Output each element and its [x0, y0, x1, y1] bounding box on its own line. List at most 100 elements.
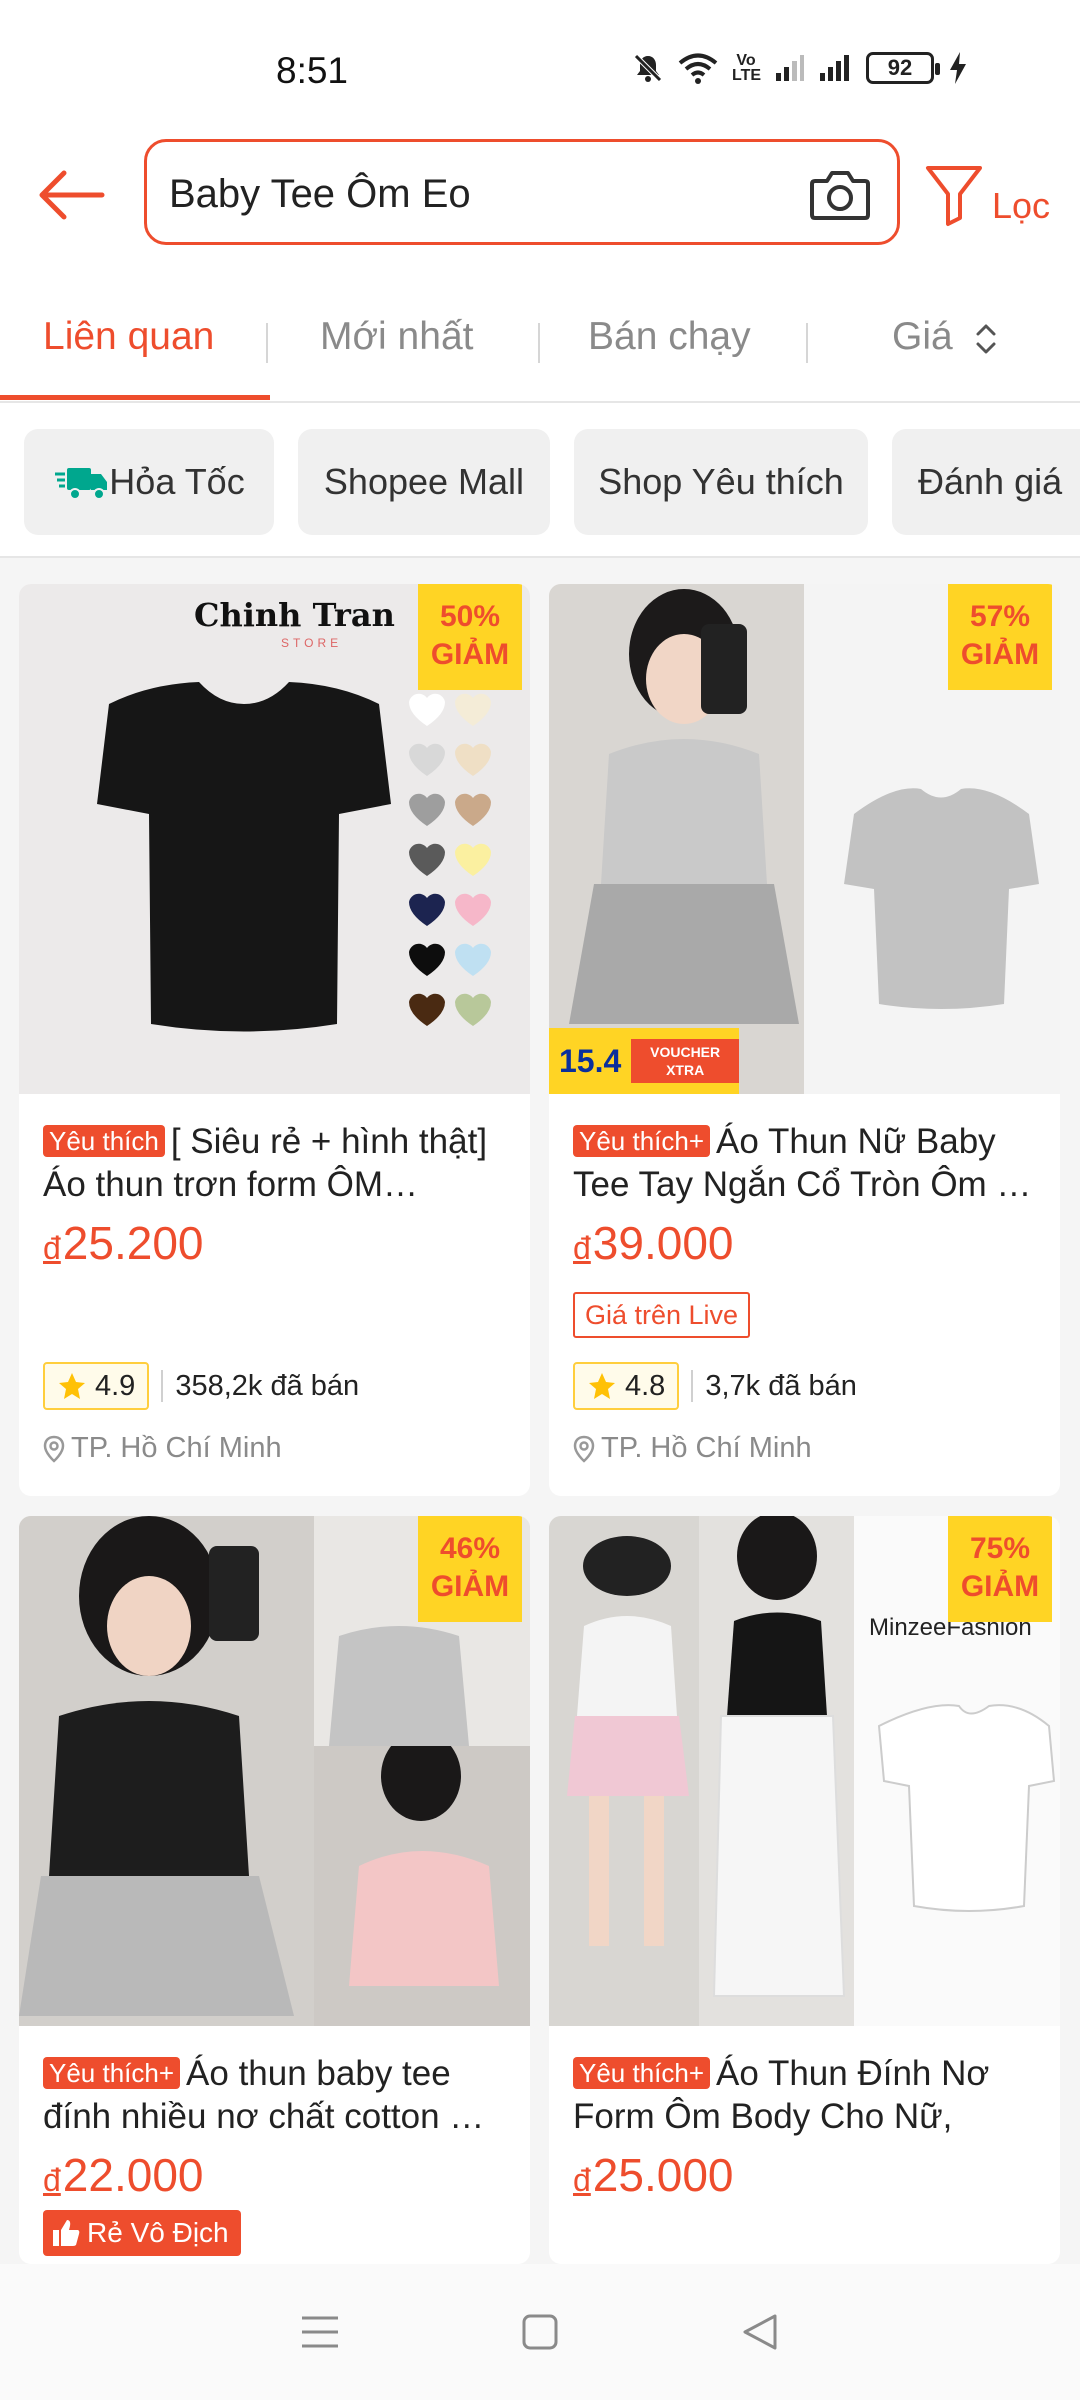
sort-divider: [538, 323, 540, 363]
charging-icon: [950, 52, 966, 84]
discount-word: GIẢM: [430, 638, 510, 671]
rating-badge: 4.8: [573, 1362, 680, 1410]
sort-divider: [806, 323, 808, 363]
sold-count: 3,7k đã bán: [705, 1369, 857, 1402]
price-value: 25.200: [62, 1217, 204, 1269]
currency-symbol: đ: [43, 2162, 61, 2198]
currency-symbol: đ: [573, 1230, 591, 1266]
camera-search-button[interactable]: [807, 162, 873, 228]
product-price: đ22.000: [43, 2148, 204, 2202]
product-card[interactable]: 57% GIẢM 15.4 VOUCHER XTRA Yêu thích+ Áo …: [549, 584, 1060, 1496]
product-title: Yêu thích+ Áo thun baby tee đính nhiều nơ…: [43, 2052, 509, 2138]
status-time: 8:51: [276, 50, 349, 91]
home-square-icon: [522, 2314, 558, 2350]
back-button[interactable]: [32, 155, 112, 235]
discount-percent: 50%: [439, 600, 501, 633]
battery-indicator: 92: [866, 52, 940, 84]
discount-badge: 50% GIẢM: [418, 584, 522, 690]
star-icon: [59, 1373, 85, 1399]
divider: [691, 1370, 694, 1402]
filter-label: Lọc: [992, 185, 1051, 226]
status-icons: Vo LTE 92: [632, 52, 968, 84]
location-text: TP. Hồ Chí Minh: [601, 1432, 812, 1464]
search-input[interactable]: Baby Tee Ôm Eo: [144, 139, 900, 245]
location-row: TP. Hồ Chí Minh: [573, 1432, 812, 1465]
product-card[interactable]: 46% GIẢM Yêu thích+ Áo thun baby tee đính…: [19, 1516, 530, 2264]
recent-apps-button[interactable]: [280, 2292, 360, 2372]
arrow-left-icon: [39, 170, 105, 220]
product-card[interactable]: Chinh Tran STORE 50% GIẢM Yêu thích[ Siê…: [19, 584, 530, 1496]
voucher-number: 15.4: [559, 1042, 622, 1079]
price-value: 25.000: [592, 2149, 734, 2201]
rating-row: 4.9 358,2k đã bán: [43, 1362, 359, 1410]
chip-express[interactable]: Hỏa Tốc: [24, 429, 274, 535]
tab-relevance[interactable]: Liên quan: [43, 315, 214, 359]
product-title: Yêu thích[ Siêu rẻ + hình thật] Áo thun …: [43, 1120, 509, 1206]
menu-icon: [302, 2316, 338, 2348]
search-query: Baby Tee Ôm Eo: [169, 172, 471, 216]
price-value: 22.000: [62, 2149, 204, 2201]
chip-express-label: Hỏa Tốc: [109, 461, 245, 502]
location-row: TP. Hồ Chí Minh: [43, 1432, 282, 1465]
product-card[interactable]: MinzeeFashion 75% GIẢM Yêu thích+ Áo Thun…: [549, 1516, 1060, 2264]
currency-symbol: đ: [43, 1230, 61, 1266]
product-price: đ25.000: [573, 2148, 734, 2202]
product-image: MinzeeFashion 75% GIẢM: [549, 1516, 1060, 2026]
voucher-label: VOUCHER XTRA: [631, 1039, 739, 1083]
product-image: 46% GIẢM: [19, 1516, 530, 2026]
rating-row: 4.8 3,7k đã bán: [573, 1362, 857, 1410]
signal-icon: [776, 55, 804, 81]
product-image: Chinh Tran STORE 50% GIẢM: [19, 584, 530, 1094]
discount-percent: 75%: [969, 1532, 1031, 1565]
mute-icon: [634, 54, 662, 82]
star-icon: [589, 1373, 615, 1399]
discount-word: GIẢM: [430, 1570, 510, 1603]
rating-value: 4.9: [95, 1369, 136, 1402]
search-header: Baby Tee Ôm Eo Lọc: [0, 135, 1080, 285]
status-bar: 8:51 Vo LTE 92: [0, 0, 1080, 135]
home-button[interactable]: [500, 2292, 580, 2372]
location-text: TP. Hồ Chí Minh: [71, 1432, 282, 1464]
product-price: đ25.200: [43, 1216, 204, 1270]
voucher-banner: 15.4 VOUCHER XTRA: [549, 1028, 739, 1094]
filter-button[interactable]: Lọc: [924, 155, 1080, 235]
favorite-plus-tag: Yêu thích+: [43, 2057, 181, 2089]
price-value: 39.000: [592, 1217, 734, 1269]
divider: [161, 1370, 164, 1402]
currency-symbol: đ: [573, 2162, 591, 2198]
product-price: đ39.000: [573, 1216, 734, 1270]
chip-rating[interactable]: Đánh giá: [892, 429, 1080, 535]
color-swatches: [409, 693, 491, 1026]
signal-icon-2: [820, 55, 849, 81]
live-price-badge: Giá trên Live: [573, 1292, 751, 1338]
sort-bar: Liên quan Mới nhất Bán chạy Giá: [0, 285, 1080, 403]
favorite-tag: Yêu thích: [43, 1125, 165, 1157]
active-tab-underline: [0, 395, 270, 400]
tab-newest[interactable]: Mới nhất: [320, 315, 473, 359]
sold-count: 358,2k đã bán: [175, 1369, 360, 1402]
favorite-plus-tag: Yêu thích+: [573, 1125, 711, 1157]
tab-price[interactable]: Giá: [892, 315, 998, 359]
sort-divider: [266, 323, 268, 363]
cheapest-badge: Rẻ Vô Địch: [43, 2210, 241, 2256]
search-results-page: 8:51 Vo LTE 92 Baby Tee Ôm Eo Lọc Liên q: [0, 0, 1080, 2400]
sort-arrows-icon: [976, 324, 996, 354]
rating-badge: 4.9: [43, 1362, 150, 1410]
back-nav-button[interactable]: [720, 2292, 800, 2372]
chip-shopee-mall[interactable]: Shopee Mall: [298, 429, 550, 535]
tab-best-selling[interactable]: Bán chạy: [588, 315, 751, 359]
filter-icon: [926, 166, 982, 226]
back-triangle-icon: [743, 2314, 777, 2350]
product-image: 57% GIẢM 15.4 VOUCHER XTRA: [549, 584, 1060, 1094]
discount-percent: 46%: [439, 1532, 501, 1565]
discount-badge: 46% GIẢM: [418, 1516, 522, 1622]
discount-word: GIẢM: [960, 1570, 1040, 1603]
brand-overlay: Chinh Tran: [194, 596, 395, 634]
camera-icon: [810, 171, 870, 220]
discount-badge: 57% GIẢM: [948, 584, 1052, 690]
location-pin-icon: [43, 1435, 65, 1463]
cheapest-label: Rẻ Vô Địch: [87, 2217, 229, 2248]
thumbs-up-icon: [53, 2220, 80, 2246]
chip-favorite-shop[interactable]: Shop Yêu thích: [574, 429, 868, 535]
volte-indicator: Vo LTE: [732, 52, 762, 84]
